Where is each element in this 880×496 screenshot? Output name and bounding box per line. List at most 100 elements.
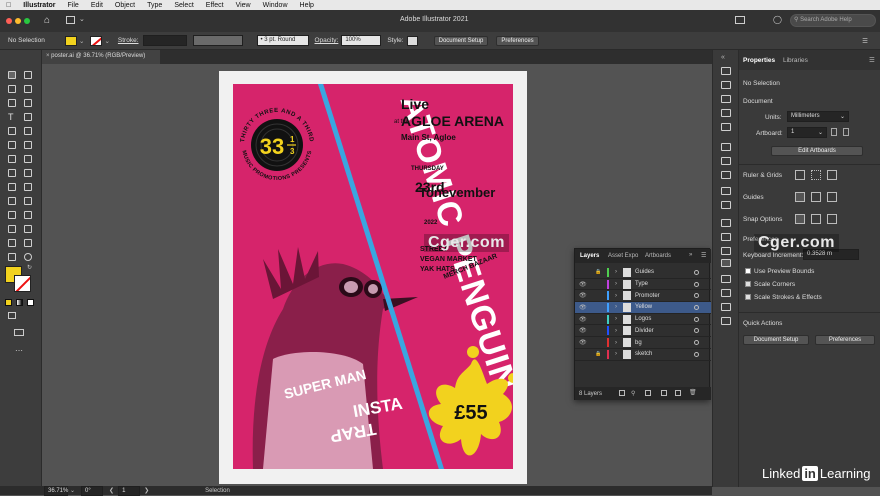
chevron-down-icon[interactable]: ⌄ (70, 487, 75, 494)
show-guides-icon[interactable] (795, 192, 805, 202)
artboard-dropdown[interactable]: 1 ⌄ (787, 127, 827, 138)
visibility-eye-icon[interactable]: 👁 (579, 327, 589, 334)
snap-to-point-icon[interactable] (795, 214, 805, 224)
artboard-nav-field[interactable]: 1 (118, 485, 141, 496)
free-transform-tool-icon[interactable] (8, 183, 16, 191)
color-panel-icon[interactable] (721, 67, 731, 75)
symbols-panel-icon[interactable] (721, 123, 731, 131)
tab-asset-export[interactable]: Asset Expo (608, 253, 638, 259)
rotation-field[interactable]: 0° (81, 485, 104, 496)
document-setup-button[interactable]: Document Setup (433, 35, 489, 46)
perspective-grid-tool-icon[interactable] (8, 197, 16, 205)
color-mode-gradient-icon[interactable] (16, 299, 23, 306)
artboard-tool-icon[interactable] (24, 239, 32, 247)
color-mode-color-icon[interactable] (5, 299, 12, 306)
quick-document-setup-button[interactable]: Document Setup (743, 335, 809, 345)
shape-builder-tool-icon[interactable] (24, 183, 32, 191)
chevron-right-icon[interactable]: › (615, 340, 617, 346)
graph-tool-icon[interactable] (8, 239, 16, 247)
layer-row[interactable]: 👁 › Yellow (575, 302, 711, 314)
snap-to-pixel-icon[interactable] (827, 214, 837, 224)
magic-wand-icon[interactable] (8, 85, 16, 93)
clipping-mask-icon[interactable] (645, 390, 651, 396)
appearance-panel-icon[interactable] (721, 187, 731, 195)
eraser-tool-icon[interactable] (8, 155, 16, 163)
scale-corners-checkbox[interactable]: Scale Corners (745, 281, 795, 288)
chevron-down-icon[interactable]: ⌄ (79, 37, 84, 45)
visibility-eye-icon[interactable]: 👁 (579, 316, 589, 323)
menu-file[interactable]: File (68, 2, 79, 9)
poster-artwork[interactable]: THIRTY THREE AND A THIRD MUSIC PROMOTION… (233, 84, 513, 469)
layer-row[interactable]: 👁 › Type (575, 279, 711, 291)
previous-artboard-icon[interactable]: ❮ (109, 487, 114, 494)
paintbrush-tool-icon[interactable] (24, 127, 32, 135)
stroke-swatch[interactable] (90, 35, 103, 46)
variable-width-profile[interactable] (192, 35, 243, 46)
target-circle-icon[interactable] (694, 304, 699, 310)
properties-panel-icon[interactable] (721, 317, 731, 325)
arrange-icon[interactable] (735, 16, 745, 24)
use-preview-bounds-checkbox[interactable]: Use Preview Bounds (745, 268, 814, 275)
color-guide-icon[interactable] (721, 81, 731, 89)
tab-layers[interactable]: Layers (580, 253, 599, 259)
tab-libraries[interactable]: Libraries (783, 57, 808, 64)
menu-view[interactable]: View (236, 2, 251, 9)
chevron-down-icon[interactable]: ⌄ (104, 37, 109, 45)
help-search-input[interactable]: ⚲ Search Adobe Help (790, 14, 876, 27)
menu-effect[interactable]: Effect (206, 2, 224, 9)
symbol-sprayer-tool-icon[interactable] (24, 225, 32, 233)
target-circle-icon[interactable] (694, 351, 699, 357)
lasso-tool-icon[interactable] (24, 85, 32, 93)
chevron-right-icon[interactable]: › (615, 351, 617, 357)
chevron-right-icon[interactable]: › (615, 304, 617, 310)
export-icon[interactable] (619, 390, 625, 396)
next-artboard-icon[interactable]: ❯ (144, 487, 149, 494)
panel-menu-icon[interactable]: ☰ (701, 252, 706, 259)
locate-object-icon[interactable]: ⚲ (631, 390, 635, 397)
direct-selection-tool-icon[interactable] (24, 71, 32, 79)
visibility-eye-icon[interactable]: 👁 (579, 281, 589, 288)
align-panel-icon[interactable] (721, 233, 731, 241)
menu-object[interactable]: Object (115, 2, 135, 9)
tab-properties[interactable]: Properties (743, 57, 775, 64)
rectangle-tool-icon[interactable] (8, 127, 16, 135)
style-swatch[interactable] (406, 35, 418, 46)
width-tool-icon[interactable] (24, 169, 32, 177)
layer-row[interactable]: 👁 › Divider (575, 326, 711, 338)
menu-edit[interactable]: Edit (91, 2, 103, 9)
collapse-panel-icon[interactable]: » (689, 252, 692, 258)
rulers-icon[interactable] (795, 170, 805, 180)
scale-strokes-checkbox[interactable]: Scale Strokes & Effects (745, 294, 822, 301)
new-sublayer-icon[interactable] (661, 390, 667, 396)
swatches-panel-icon[interactable] (721, 95, 731, 103)
more-tools-icon[interactable]: ⋯ (15, 346, 23, 355)
fill-swatch[interactable] (65, 35, 77, 46)
pencil-tool-icon[interactable] (24, 141, 32, 149)
preferences-button[interactable]: Preferences (496, 35, 539, 46)
opacity-field[interactable]: 100% (341, 35, 382, 46)
window-close-button[interactable] (6, 18, 12, 24)
lock-icon[interactable]: 🔒 (595, 269, 605, 275)
screen-mode-icon[interactable] (14, 329, 24, 336)
menu-type[interactable]: Type (147, 2, 162, 9)
color-mode-none-icon[interactable] (27, 299, 34, 306)
artboards-panel-icon[interactable] (721, 303, 731, 311)
target-circle-icon[interactable] (694, 340, 699, 346)
quick-preferences-button[interactable]: Preferences (815, 335, 875, 345)
chevron-right-icon[interactable]: › (615, 316, 617, 322)
window-zoom-button[interactable] (24, 18, 30, 24)
target-circle-icon[interactable] (694, 269, 699, 275)
stroke-label[interactable]: Stroke: (118, 37, 139, 44)
layer-row[interactable]: 👁 › Logos (575, 314, 711, 326)
shaper-tool-icon[interactable] (8, 141, 16, 149)
pixel-grid-icon[interactable] (827, 170, 837, 180)
stroke-panel-icon[interactable] (721, 143, 731, 151)
eyedropper-tool-icon[interactable] (24, 211, 32, 219)
mesh-tool-icon[interactable] (24, 197, 32, 205)
layer-row[interactable]: 🔒 › Guides (575, 267, 711, 279)
transform-panel-icon[interactable] (721, 219, 731, 227)
stroke-color-swatch[interactable] (14, 275, 31, 292)
panel-menu-icon[interactable]: ☰ (862, 37, 868, 45)
chevron-right-icon[interactable]: › (615, 328, 617, 334)
panel-menu-icon[interactable]: ☰ (869, 56, 875, 64)
